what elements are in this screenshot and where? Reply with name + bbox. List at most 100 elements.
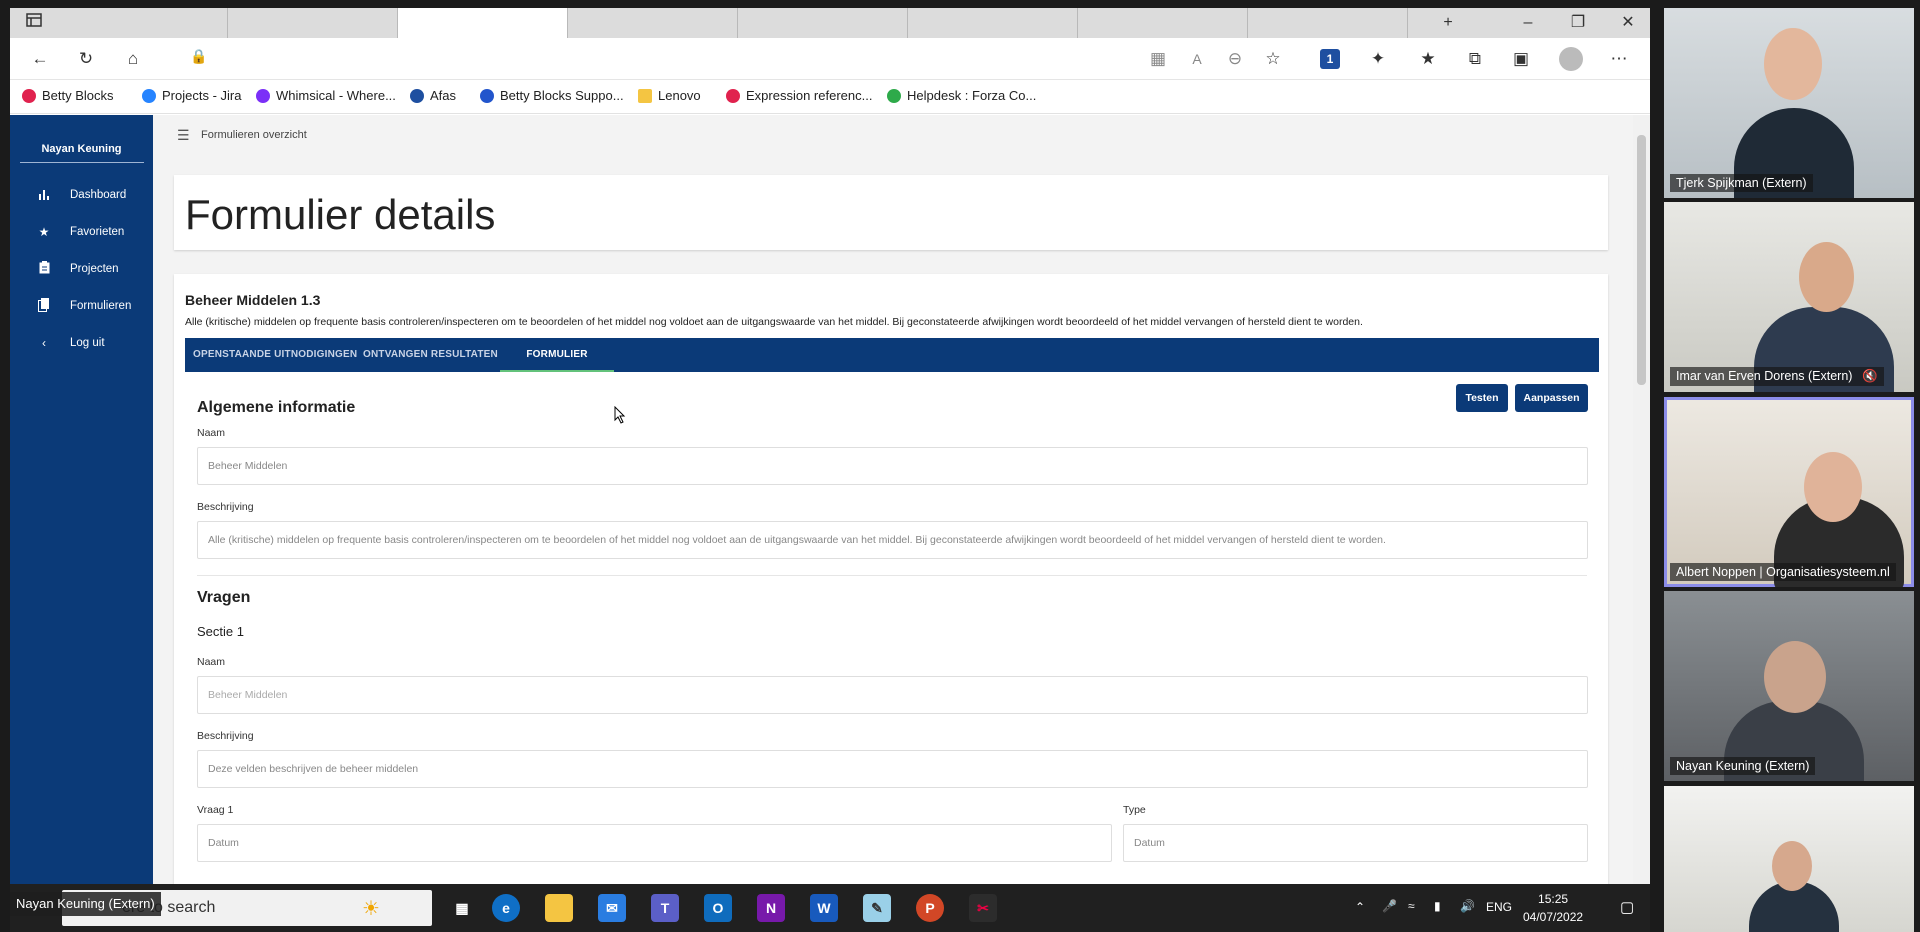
browser-tab[interactable] [58, 8, 228, 38]
participant-name: Albert Noppen | Organisatiesysteem.nl [1670, 563, 1896, 581]
bookmark-item[interactable]: Lenovo [638, 88, 701, 103]
muted-microphone-icon: 🔇 [1861, 369, 1878, 383]
description-field[interactable]: Alle (kritische) middelen op frequente b… [197, 521, 1588, 559]
bookmark-item[interactable]: Betty Blocks Suppo... [480, 88, 624, 103]
browser-tab[interactable] [1248, 8, 1408, 38]
betty-blocks-icon [22, 88, 36, 103]
star-icon: ★ [38, 225, 50, 239]
helpdesk-icon [887, 88, 901, 103]
sidebar-item-formulieren[interactable]: Formulieren [10, 292, 153, 320]
section-name-field[interactable]: Beheer Middelen [197, 676, 1588, 714]
sidebar-item-projecten[interactable]: Projecten [10, 255, 153, 283]
bookmark-label: Helpdesk : Forza Co... [907, 88, 1037, 103]
new-tab-icon[interactable]: + [1428, 12, 1468, 34]
mail-icon[interactable]: ✉ [598, 894, 626, 922]
back-icon[interactable]: ← [28, 47, 52, 71]
file-explorer-icon[interactable] [545, 894, 573, 922]
wifi-icon[interactable]: ≈ [1408, 899, 1415, 913]
battery-icon[interactable]: ▮ [1434, 899, 1441, 913]
participant-video-tile[interactable]: Imar van Erven Dorens (Extern) 🔇 [1664, 202, 1914, 392]
clock[interactable]: 15:25 04/07/2022 [1523, 890, 1583, 926]
restore-icon[interactable]: ❐ [1558, 12, 1598, 34]
scrollbar-thumb[interactable] [1637, 135, 1646, 385]
afas-icon [410, 88, 424, 103]
show-hidden-icons-icon[interactable]: ⌃ [1355, 900, 1365, 914]
browser-tab[interactable] [908, 8, 1078, 38]
mouse-cursor-icon [614, 406, 626, 424]
outlook-icon[interactable]: O [704, 894, 732, 922]
teams-icon[interactable]: T [651, 894, 679, 922]
clock-time: 15:25 [1538, 892, 1569, 906]
browser-tab[interactable] [228, 8, 398, 38]
browser-tab[interactable] [1078, 8, 1248, 38]
notepad-icon[interactable]: ✎ [863, 894, 891, 922]
question-field[interactable]: Datum [197, 824, 1112, 862]
bookmark-item[interactable]: Betty Blocks [22, 88, 114, 103]
zoom-out-icon[interactable]: ⊖ [1223, 47, 1247, 71]
favorites-icon[interactable]: ★ [1416, 47, 1440, 71]
home-icon[interactable]: ⌂ [121, 47, 145, 71]
close-window-icon[interactable]: ✕ [1608, 12, 1648, 34]
tab-formulier[interactable]: FORMULIER [500, 338, 614, 372]
type-field[interactable]: Datum [1123, 824, 1588, 862]
bookmark-item[interactable]: Afas [410, 88, 456, 103]
language-indicator[interactable]: ENG [1486, 900, 1512, 914]
refresh-icon[interactable]: ↻ [74, 47, 98, 71]
browser-tab-active[interactable] [398, 8, 568, 38]
participant-video-tile[interactable] [1664, 786, 1914, 932]
betty-blocks-support-icon [480, 88, 494, 103]
microphone-icon[interactable]: 🎤 [1382, 899, 1397, 913]
edit-button[interactable]: Aanpassen [1515, 384, 1588, 412]
word-icon[interactable]: W [810, 894, 838, 922]
minimize-icon[interactable]: – [1508, 12, 1548, 34]
participant-video-tile[interactable]: Tjerk Spijkman (Extern) [1664, 8, 1914, 198]
sidebar-item-label: Formulieren [70, 300, 132, 312]
section-description-field[interactable]: Deze velden beschrijven de beheer middel… [197, 750, 1588, 788]
sidebar-item-favorieten[interactable]: ★ Favorieten [10, 218, 153, 246]
breadcrumb-link[interactable]: Formulieren overzicht [201, 129, 307, 141]
volume-icon[interactable]: 🔊 [1460, 899, 1475, 913]
powerpoint-icon[interactable]: P [916, 894, 944, 922]
lock-icon: 🔒 [190, 48, 208, 64]
form-tabs: OPENSTAANDE UITNODIGINGEN ONTVANGEN RESU… [185, 338, 1599, 372]
task-view-icon[interactable]: ▦ [448, 894, 476, 922]
profile-avatar[interactable] [1559, 47, 1583, 71]
folder-icon [638, 88, 652, 103]
section-name-label: Naam [197, 656, 226, 668]
apps-icon[interactable]: ▦ [1146, 47, 1170, 71]
notifications-icon[interactable]: ▢ [1620, 898, 1634, 916]
edge-icon[interactable]: e [492, 894, 520, 922]
read-aloud-icon[interactable]: A [1185, 47, 1209, 71]
name-field[interactable]: Beheer Middelen [197, 447, 1588, 485]
collections-icon[interactable]: ⧉ [1463, 47, 1487, 71]
participant-video-tile-active-speaker[interactable]: Albert Noppen | Organisatiesysteem.nl [1664, 397, 1914, 587]
onenote-icon[interactable]: N [757, 894, 785, 922]
bookmark-label: Expression referenc... [746, 88, 873, 103]
bookmark-item[interactable]: Whimsical - Where... [256, 88, 396, 103]
participant-name: Imar van Erven Dorens (Extern) 🔇 [1670, 367, 1884, 386]
clipboard-icon [34, 261, 54, 277]
app: Nayan Keuning Dashboard ★ Favorieten Pro… [10, 115, 1650, 884]
bookmark-item[interactable]: Expression referenc... [726, 88, 872, 103]
bookmark-item[interactable]: Helpdesk : Forza Co... [887, 88, 1036, 103]
sidebar-item-log-uit[interactable]: ‹ Log uit [10, 329, 153, 357]
hamburger-menu-icon[interactable]: ☰ [177, 127, 190, 144]
chevron-left-icon: ‹ [42, 336, 46, 350]
extensions-icon[interactable]: ✦ [1366, 47, 1390, 71]
browser-tab[interactable] [568, 8, 738, 38]
page-scrollbar[interactable] [1633, 115, 1650, 884]
browser-tab[interactable] [738, 8, 908, 38]
add-favorite-icon[interactable]: ☆ [1261, 47, 1285, 71]
tab-openstaande-uitnodigingen[interactable]: OPENSTAANDE UITNODIGINGEN [193, 338, 357, 372]
sidebar-item-dashboard[interactable]: Dashboard [10, 181, 153, 209]
more-menu-icon[interactable]: ⋯ [1607, 47, 1631, 71]
tab-actions-icon[interactable] [22, 11, 46, 35]
screenshot-icon[interactable]: ▣ [1509, 47, 1533, 71]
tab-ontvangen-resultaten[interactable]: ONTVANGEN RESULTATEN [363, 338, 498, 372]
extension-badge-icon[interactable]: 1 [1320, 49, 1340, 69]
test-button[interactable]: Testen [1456, 384, 1508, 412]
bookmark-item[interactable]: Projects - Jira [142, 88, 241, 103]
browser-toolbar: ← ↻ ⌂ 🔒 ▦ A ⊖ ☆ 1 ✦ ★ ⧉ ▣ ⋯ [10, 38, 1650, 80]
snipping-tool-icon[interactable]: ✂ [969, 894, 997, 922]
participant-video-tile[interactable]: Nayan Keuning (Extern) [1664, 591, 1914, 781]
